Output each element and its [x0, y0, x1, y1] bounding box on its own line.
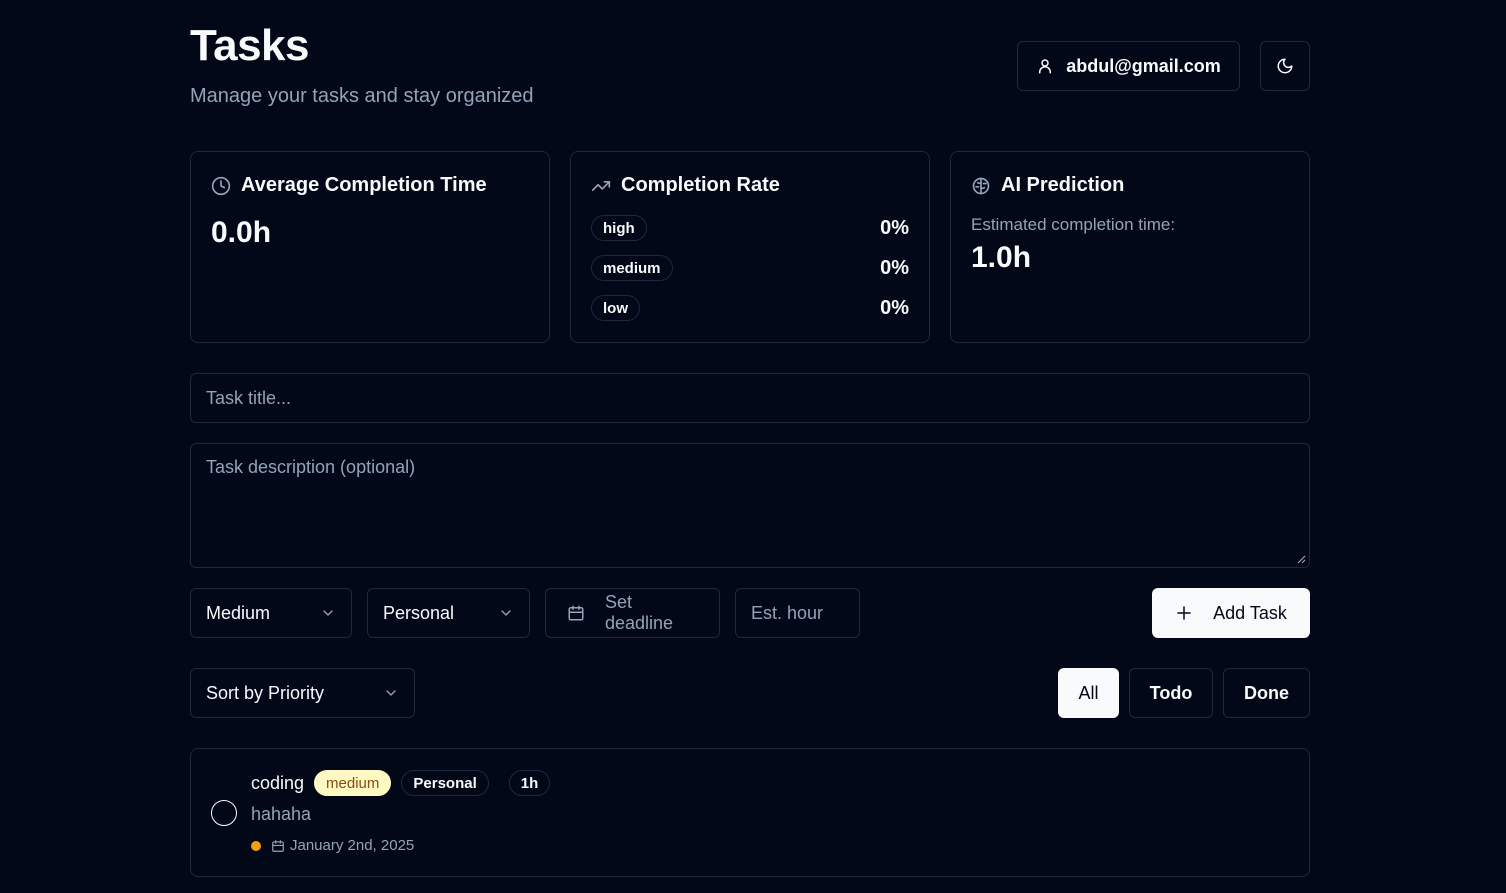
estimated-hours-input[interactable]: Est. hour	[735, 588, 860, 638]
average-completion-card: Average Completion Time 0.0h	[190, 151, 550, 343]
sort-select-value: Sort by Priority	[206, 682, 325, 703]
completion-rate-label: Completion Rate	[621, 174, 780, 196]
completion-rate-row: medium 0%	[591, 254, 909, 282]
calendar-icon	[567, 604, 585, 622]
completion-rate-row: high 0%	[591, 214, 909, 242]
plus-icon	[1175, 604, 1193, 622]
average-completion-label: Average Completion Time	[241, 174, 487, 196]
average-completion-value: 0.0h	[211, 216, 272, 249]
calendar-icon	[271, 839, 285, 853]
brain-icon	[971, 176, 991, 196]
task-category-badge: Personal	[401, 770, 489, 796]
task-complete-checkbox[interactable]	[211, 800, 237, 826]
trending-up-icon	[591, 176, 611, 196]
category-select[interactable]: Personal	[367, 588, 530, 638]
priority-badge-medium: medium	[591, 255, 673, 281]
moon-icon	[1276, 57, 1294, 75]
page-subtitle: Manage your tasks and stay organized	[190, 85, 534, 107]
completion-rate-card: Completion Rate high 0% medium 0% low 0%	[570, 151, 930, 343]
sort-select[interactable]: Sort by Priority	[190, 668, 415, 718]
category-select-value: Personal	[383, 602, 455, 623]
user-account-button[interactable]: abdul@gmail.com	[1017, 41, 1240, 91]
priority-badge-low: low	[591, 295, 640, 321]
filter-all-button[interactable]: All	[1058, 668, 1119, 718]
completion-rate-value: 0%	[880, 296, 909, 319]
ai-prediction-value: 1.0h	[971, 241, 1032, 274]
priority-badge-high: high	[591, 215, 647, 241]
chevron-down-icon	[383, 685, 399, 701]
priority-select-value: Medium	[206, 602, 271, 623]
task-hours-badge: 1h	[508, 770, 551, 796]
task-title-input[interactable]: Task title...	[190, 373, 1310, 423]
deadline-picker-button[interactable]: Set deadline	[545, 588, 720, 638]
page-title: Tasks	[190, 21, 310, 70]
user-email: abdul@gmail.com	[1066, 55, 1221, 76]
resize-handle-icon[interactable]	[1296, 554, 1306, 564]
filter-done-button[interactable]: Done	[1223, 668, 1310, 718]
task-priority-badge: medium	[314, 770, 392, 796]
completion-rate-row: low 0%	[591, 294, 909, 322]
ai-prediction-label: AI Prediction	[1001, 174, 1125, 196]
task-card: coding medium Personal 1h hahaha January…	[190, 748, 1310, 877]
priority-select[interactable]: Medium	[190, 588, 352, 638]
chevron-down-icon	[498, 605, 514, 621]
priority-dot-indicator	[251, 840, 261, 851]
task-description: hahaha	[251, 804, 312, 824]
ai-prediction-card: AI Prediction Estimated completion time:…	[950, 151, 1310, 343]
clock-icon	[211, 176, 231, 196]
deadline-placeholder: Set deadline	[605, 592, 674, 633]
filter-todo-button[interactable]: Todo	[1129, 668, 1213, 718]
task-title: coding	[251, 772, 305, 793]
chevron-down-icon	[320, 605, 336, 621]
add-task-label: Add Task	[1213, 602, 1287, 623]
user-icon	[1036, 57, 1054, 75]
ai-prediction-caption: Estimated completion time:	[971, 215, 1176, 234]
task-description-textarea[interactable]: Task description (optional)	[190, 443, 1310, 568]
add-task-button[interactable]: Add Task	[1152, 588, 1310, 638]
task-deadline: January 2nd, 2025	[290, 837, 415, 854]
task-description-placeholder: Task description (optional)	[206, 457, 416, 477]
completion-rate-value: 0%	[880, 216, 909, 239]
theme-toggle-button[interactable]	[1260, 41, 1310, 91]
completion-rate-value: 0%	[880, 256, 909, 279]
